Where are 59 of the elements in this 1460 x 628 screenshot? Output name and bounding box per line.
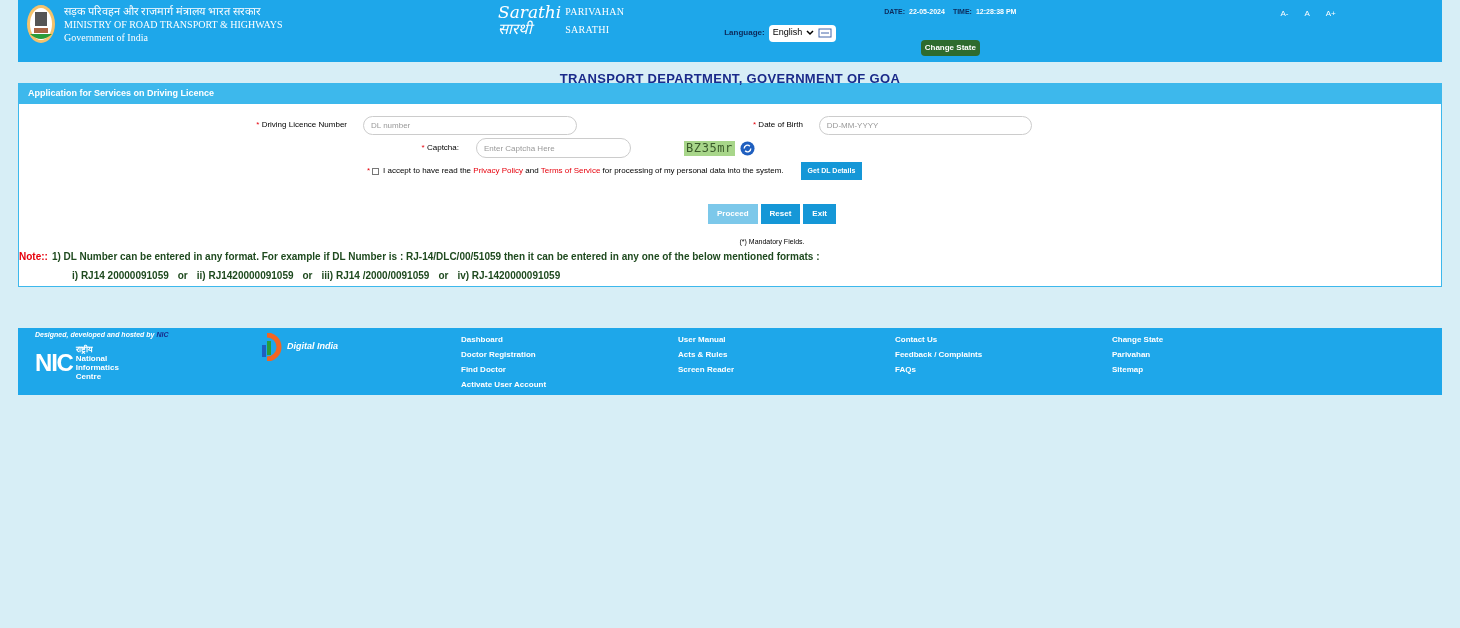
captcha-field[interactable]: Enter Captcha Here (476, 138, 631, 158)
footer-link[interactable]: Sitemap (1112, 362, 1144, 377)
panel-title: Application for Services on Driving Licence (28, 87, 215, 101)
footer-link[interactable]: Feedback / Complaints (895, 347, 983, 362)
nic-name-text: National Informatics Centre (75, 353, 120, 381)
refresh-icon[interactable] (739, 140, 755, 156)
format-example: or (302, 269, 313, 283)
dl-number-field[interactable]: DL number (363, 115, 577, 135)
format-example: or (438, 269, 449, 283)
form-button[interactable]: Reset (760, 204, 801, 224)
nic-logo-text: NIC (35, 350, 73, 375)
format-example: iv) RJ-1420000091059 (457, 269, 561, 283)
footer-link[interactable]: Contact Us (895, 332, 938, 347)
digital-india-text: Digital India (287, 339, 338, 353)
nic-hindi-text: राष्ट्रीय (75, 344, 93, 354)
captcha-image: BZ35mr (684, 140, 735, 156)
language-select[interactable]: English (768, 24, 837, 42)
font-size-button[interactable]: A (1304, 8, 1310, 20)
format-example: or (177, 269, 188, 283)
consent-checkbox[interactable] (372, 167, 379, 175)
logo-text: Sarathi (498, 4, 562, 21)
note-text: 1) DL Number can be entered in any format. For example if DL Number is : RJ-14/DLC/00/51059 then it can be entered in any one of the below mentioned formats : (51, 250, 820, 264)
field-label: * Captcha: (420, 142, 459, 154)
language-label: Language: (724, 27, 765, 39)
department-title: TRANSPORT DEPARTMENT, GOVERNMENT OF GOA (559, 71, 901, 86)
privacy-policy-link[interactable]: Privacy Policy (473, 166, 524, 175)
chevron-down-icon (806, 30, 815, 36)
footer-link[interactable]: Doctor Registration (461, 347, 536, 362)
brand-text: SARATHI (565, 23, 611, 37)
footer-link[interactable]: Dashboard (461, 332, 503, 347)
font-size-button[interactable]: A+ (1325, 8, 1336, 20)
logo-hindi-text: सारथी (498, 21, 562, 38)
emblem-icon (26, 4, 56, 44)
footer-link[interactable]: Activate User Account (461, 377, 547, 392)
format-example: iii) RJ14 /2000/0091059 (321, 269, 430, 283)
footer-link[interactable]: User Manual (678, 332, 726, 347)
ministry-text: MINISTRY OF ROAD TRANSPORT & HIGHWAYS (64, 17, 283, 31)
ministry-hindi-text: सड़क परिवहन और राजमार्ग मंत्रालय भारत सरकार (64, 4, 262, 18)
format-example: ii) RJ1420000091059 (196, 269, 294, 283)
required-mark: * (366, 165, 370, 177)
consent-text: I accept to have read the Privacy Policy and Terms of Service for processing of my personal data into the system. (383, 165, 784, 177)
form-button[interactable]: Exit (803, 204, 836, 224)
brand-text: PARIVAHAN (565, 5, 625, 19)
digital-india-icon (261, 332, 283, 361)
field-label: * Date of Birth (753, 119, 803, 131)
footer-link[interactable]: Acts & Rules (678, 347, 728, 362)
format-example: i) RJ14 20000091059 (72, 269, 169, 283)
date-of-birth-field[interactable]: DD-MM-YYYY (818, 115, 1032, 135)
footer-link[interactable]: Change State (1112, 332, 1164, 347)
footer-link[interactable]: Find Doctor (461, 362, 506, 377)
terms-link[interactable]: Terms of Service (540, 166, 601, 175)
footer-link[interactable]: Parivahan (1112, 347, 1151, 362)
field-label: * Driving Licence Number (255, 119, 347, 131)
footer-link[interactable]: FAQs (895, 362, 916, 377)
change-state-button[interactable]: Change State (920, 39, 980, 56)
note-label: Note:: (19, 250, 48, 264)
footer-link[interactable]: Screen Reader (678, 362, 735, 377)
government-text: Government of India (64, 30, 149, 44)
font-size-button[interactable]: A- (1280, 8, 1289, 20)
